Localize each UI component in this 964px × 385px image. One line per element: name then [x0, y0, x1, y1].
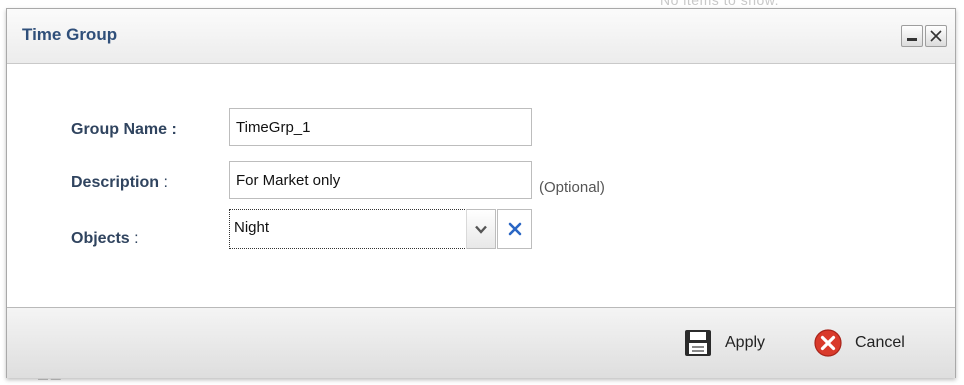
optional-hint: (Optional) — [539, 179, 605, 196]
time-group-dialog: Time Group Group Name : Description : (O… — [6, 8, 956, 378]
save-icon — [685, 330, 711, 356]
description-label: Description : — [71, 174, 168, 191]
group-name-label: Group Name : — [71, 121, 177, 138]
cancel-button[interactable]: Cancel — [813, 328, 943, 358]
apply-label: Apply — [725, 334, 766, 351]
apply-button[interactable]: Apply — [683, 328, 793, 358]
close-button[interactable] — [925, 25, 947, 47]
chevron-down-icon — [475, 225, 487, 234]
objects-label: Objects : — [71, 230, 139, 247]
dialog-titlebar[interactable]: Time Group — [7, 9, 955, 64]
objects-dropdown-button[interactable] — [466, 209, 496, 249]
background-empty-message: No items to show. — [660, 0, 779, 8]
minimize-button[interactable] — [901, 25, 923, 47]
clear-x-icon — [508, 222, 522, 236]
dialog-title: Time Group — [22, 25, 118, 44]
objects-clear-button[interactable] — [497, 209, 532, 249]
objects-select[interactable]: Night — [229, 209, 469, 249]
dialog-footer: Apply Cancel — [7, 307, 955, 378]
close-icon — [930, 30, 942, 42]
objects-selected-value: Night — [234, 219, 270, 236]
group-name-input[interactable] — [229, 108, 532, 146]
cancel-icon — [814, 329, 842, 357]
description-input[interactable] — [229, 161, 532, 199]
cancel-label: Cancel — [855, 334, 905, 351]
